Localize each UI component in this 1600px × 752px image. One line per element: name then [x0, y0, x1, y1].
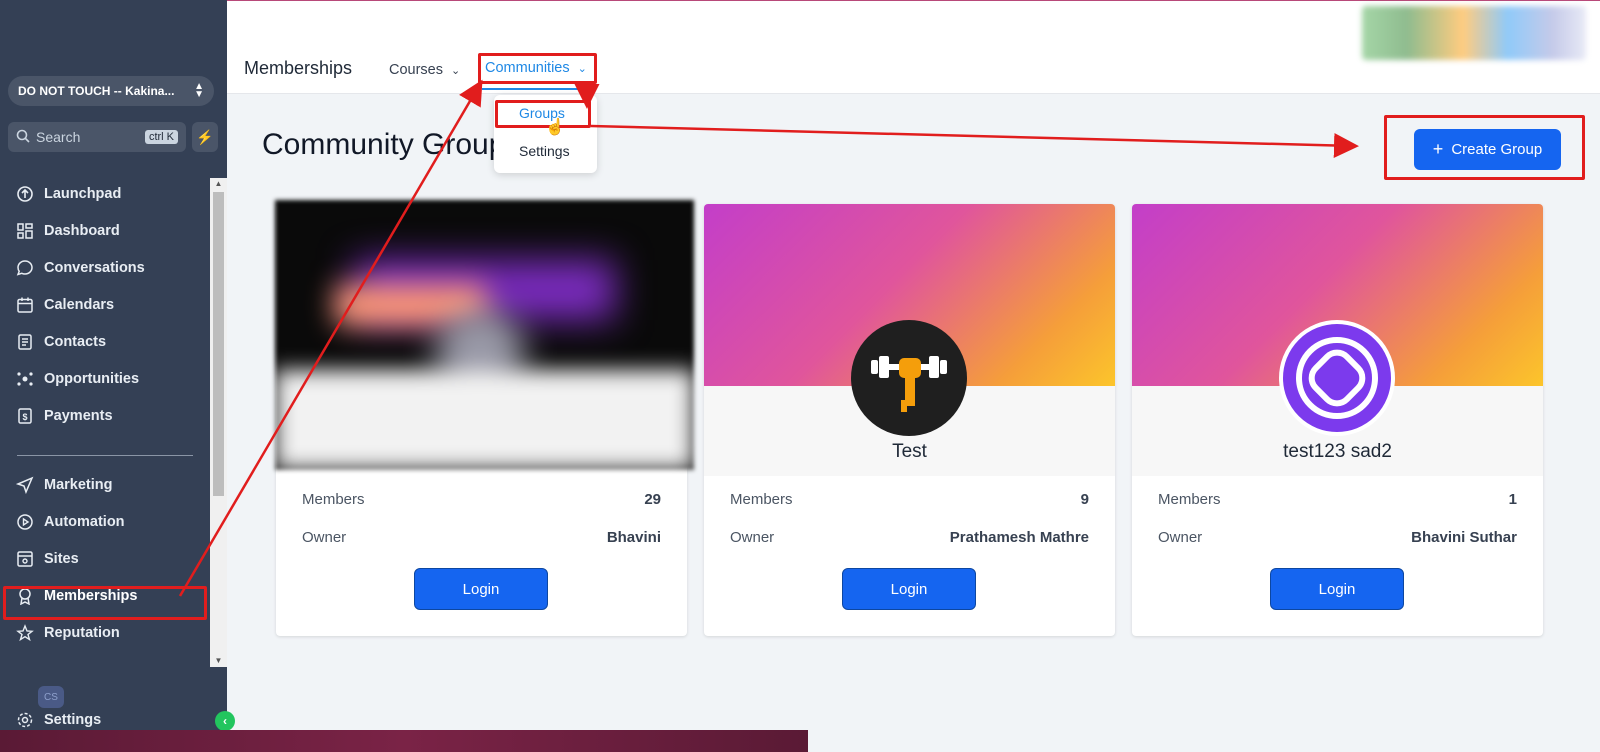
collapse-sidebar-button[interactable]: ‹ [215, 711, 235, 731]
sidebar-item-contacts[interactable]: Contacts [16, 328, 106, 356]
star-icon [16, 624, 34, 642]
search-placeholder: Search [36, 129, 81, 145]
chat-icon [16, 259, 34, 277]
annotation-box-groups [495, 100, 591, 128]
tab-courses[interactable]: Courses ⌄ [389, 62, 460, 78]
members-count: 1 [1508, 491, 1517, 508]
group-card[interactable]: Test Members 9 Owner Prathamesh Mathre L… [704, 204, 1115, 636]
sidebar-item-label: Automation [44, 514, 125, 530]
owner-row: Owner Prathamesh Mathre [730, 529, 1089, 546]
sidebar-item-label: Launchpad [44, 186, 122, 202]
members-count: 9 [1080, 491, 1089, 508]
sidebar-item-label: Opportunities [44, 371, 140, 387]
bolt-icon: ⚡ [196, 128, 214, 145]
annotation-box-create-group [1384, 115, 1585, 180]
sidebar-item-marketing[interactable]: Marketing [16, 471, 113, 499]
annotation-box-memberships [3, 586, 207, 620]
search-icon [16, 129, 30, 146]
sidebar-item-label: Payments [44, 408, 113, 424]
hand-cursor-icon: ☝ [545, 119, 565, 136]
owner-name: Prathamesh Mathre [949, 529, 1089, 546]
members-label: Members [302, 491, 365, 508]
sidebar-divider [17, 455, 193, 456]
owner-row: Owner Bhavini Suthar [1158, 529, 1517, 546]
opportunities-icon [16, 370, 34, 388]
search-shortcut: ctrl K [144, 130, 178, 144]
owner-label: Owner [1158, 529, 1203, 546]
sidebar-item-automation[interactable]: Automation [16, 508, 125, 536]
members-count: 29 [644, 491, 661, 508]
account-name: DO NOT TOUCH -- Kakina... [18, 84, 175, 98]
orbit-logo-icon [1279, 320, 1395, 436]
chevron-updown-icon: ▲ ▼ [194, 81, 204, 100]
quick-action-button[interactable]: ⚡ [192, 122, 218, 152]
owner-label: Owner [302, 529, 347, 546]
page-title: Memberships [244, 58, 353, 78]
taskbar-strip [0, 730, 808, 752]
sidebar-item-sites[interactable]: Sites [16, 545, 79, 573]
members-row: Members 9 [730, 491, 1089, 508]
account-switcher[interactable]: DO NOT TOUCH -- Kakina... ▲ ▼ [8, 76, 214, 106]
sidebar-item-launchpad[interactable]: Launchpad [16, 180, 121, 208]
annotation-box-communities [478, 53, 597, 84]
login-button[interactable]: Login [1270, 568, 1404, 610]
members-label: Members [1158, 491, 1221, 508]
group-name: test123 sad2 [1283, 441, 1392, 462]
active-tab-indicator [482, 88, 582, 90]
sidebar-item-label: Settings [44, 712, 102, 728]
payments-icon: $ [16, 407, 34, 425]
login-button[interactable]: Login [842, 568, 976, 610]
avatar[interactable]: CS [38, 686, 64, 708]
sidebar-item-calendars[interactable]: Calendars [16, 291, 114, 319]
sidebar-item-payments[interactable]: $ Payments [16, 402, 113, 430]
sidebar-item-label: Conversations [44, 260, 145, 276]
group-name: Test [892, 441, 927, 462]
members-row: Members 29 [302, 491, 661, 508]
login-button[interactable]: Login [414, 568, 548, 610]
sidebar-item-opportunities[interactable]: Opportunities [16, 365, 139, 393]
sidebar-item-dashboard[interactable]: Dashboard [16, 217, 120, 245]
sidebar-item-label: Marketing [44, 477, 113, 493]
sidebar-item-label: Dashboard [44, 223, 120, 239]
group-cover-image-blurred [275, 200, 694, 470]
owner-name: Bhavini Suthar [1411, 529, 1517, 546]
sidebar-item-label: Calendars [44, 297, 115, 313]
contacts-icon [16, 333, 34, 351]
owner-row: Owner Bhavini [302, 529, 661, 546]
profile-area-blurred [1362, 6, 1586, 60]
sidebar-item-conversations[interactable]: Conversations [16, 254, 145, 282]
sidebar: DO NOT TOUCH -- Kakina... ▲ ▼ Search ctrl… [0, 0, 235, 752]
page-heading: Community Groups [262, 128, 494, 161]
gear-icon [16, 711, 34, 729]
rocket-icon [16, 185, 34, 203]
search-input[interactable]: Search ctrl K [8, 122, 186, 152]
sidebar-item-label: Contacts [44, 334, 107, 350]
members-row: Members 1 [1158, 491, 1517, 508]
owner-name: Bhavini [606, 529, 661, 546]
sidebar-scroll-thumb[interactable] [213, 192, 224, 496]
sidebar-item-reputation[interactable]: Reputation [16, 619, 120, 647]
scroll-down-icon[interactable]: ▼ [210, 655, 227, 667]
menu-item-settings[interactable]: Settings [519, 143, 570, 159]
sidebar-item-label: Reputation [44, 625, 120, 641]
grid-icon [16, 222, 34, 240]
dumbbell-fist-icon [851, 320, 967, 436]
chevron-down-icon: ⌄ [451, 65, 461, 77]
svg-text:$: $ [22, 412, 27, 422]
sites-icon [16, 550, 34, 568]
play-icon [16, 513, 34, 531]
members-label: Members [730, 491, 793, 508]
sidebar-item-label: Sites [44, 551, 79, 567]
calendar-icon [16, 296, 34, 314]
tab-label: Courses [389, 62, 443, 78]
send-icon [16, 476, 34, 494]
scroll-up-icon[interactable]: ▲ [210, 178, 227, 190]
owner-label: Owner [730, 529, 775, 546]
group-card[interactable]: test123 sad2 Members 1 Owner Bhavini Sut… [1132, 204, 1543, 636]
